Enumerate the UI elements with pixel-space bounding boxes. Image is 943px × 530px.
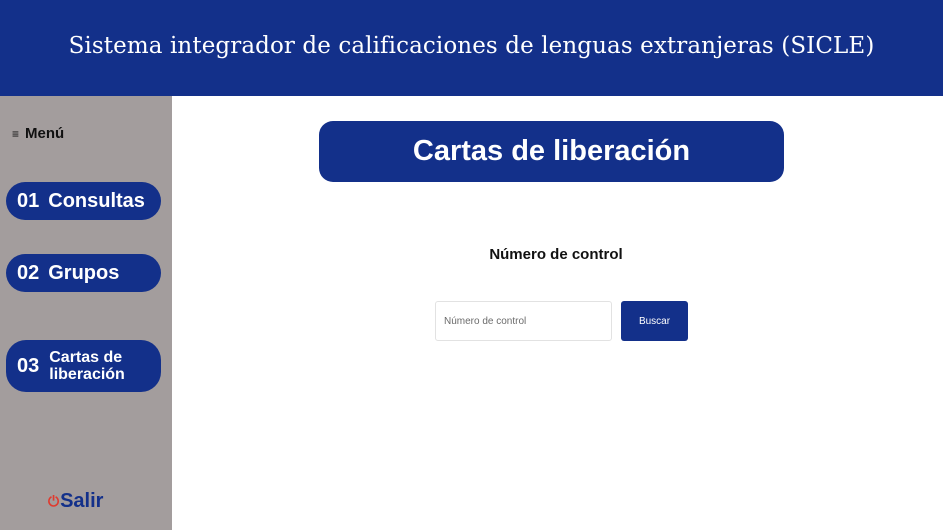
hamburger-icon: ≡: [12, 126, 20, 141]
control-number-input[interactable]: [435, 301, 612, 341]
sidebar-item-number: 01: [17, 189, 40, 212]
sidebar-item-number: 02: [17, 261, 40, 284]
page-title: Cartas de liberación: [412, 135, 691, 167]
sidebar-item-number: 03: [17, 354, 40, 377]
app-title: Sistema integrador de calificaciones de …: [68, 33, 875, 59]
sidebar-item-label: Grupos: [48, 261, 120, 284]
control-number-label: Número de control: [489, 246, 623, 263]
menu-label: Menú: [25, 125, 65, 142]
logout-button[interactable]: ⏻ Salir: [48, 490, 103, 513]
search-button[interactable]: Buscar: [621, 301, 688, 341]
menu-toggle[interactable]: ≡ Menú: [12, 125, 64, 142]
logout-label: Salir: [60, 490, 104, 512]
sidebar-item-consultas[interactable]: 01 Consultas: [6, 182, 161, 220]
sidebar: [0, 96, 172, 530]
sidebar-item-cartas-de-liberacion[interactable]: 03 Cartas de liberación: [6, 340, 161, 392]
sidebar-item-label: Cartas de liberación: [49, 349, 125, 383]
page-title-banner: Cartas de liberación: [319, 121, 784, 182]
app-header: Sistema integrador de calificaciones de …: [0, 0, 943, 96]
sidebar-item-label: Consultas: [48, 189, 145, 212]
sidebar-item-grupos[interactable]: 02 Grupos: [6, 254, 161, 292]
power-icon: ⏻: [48, 493, 60, 509]
